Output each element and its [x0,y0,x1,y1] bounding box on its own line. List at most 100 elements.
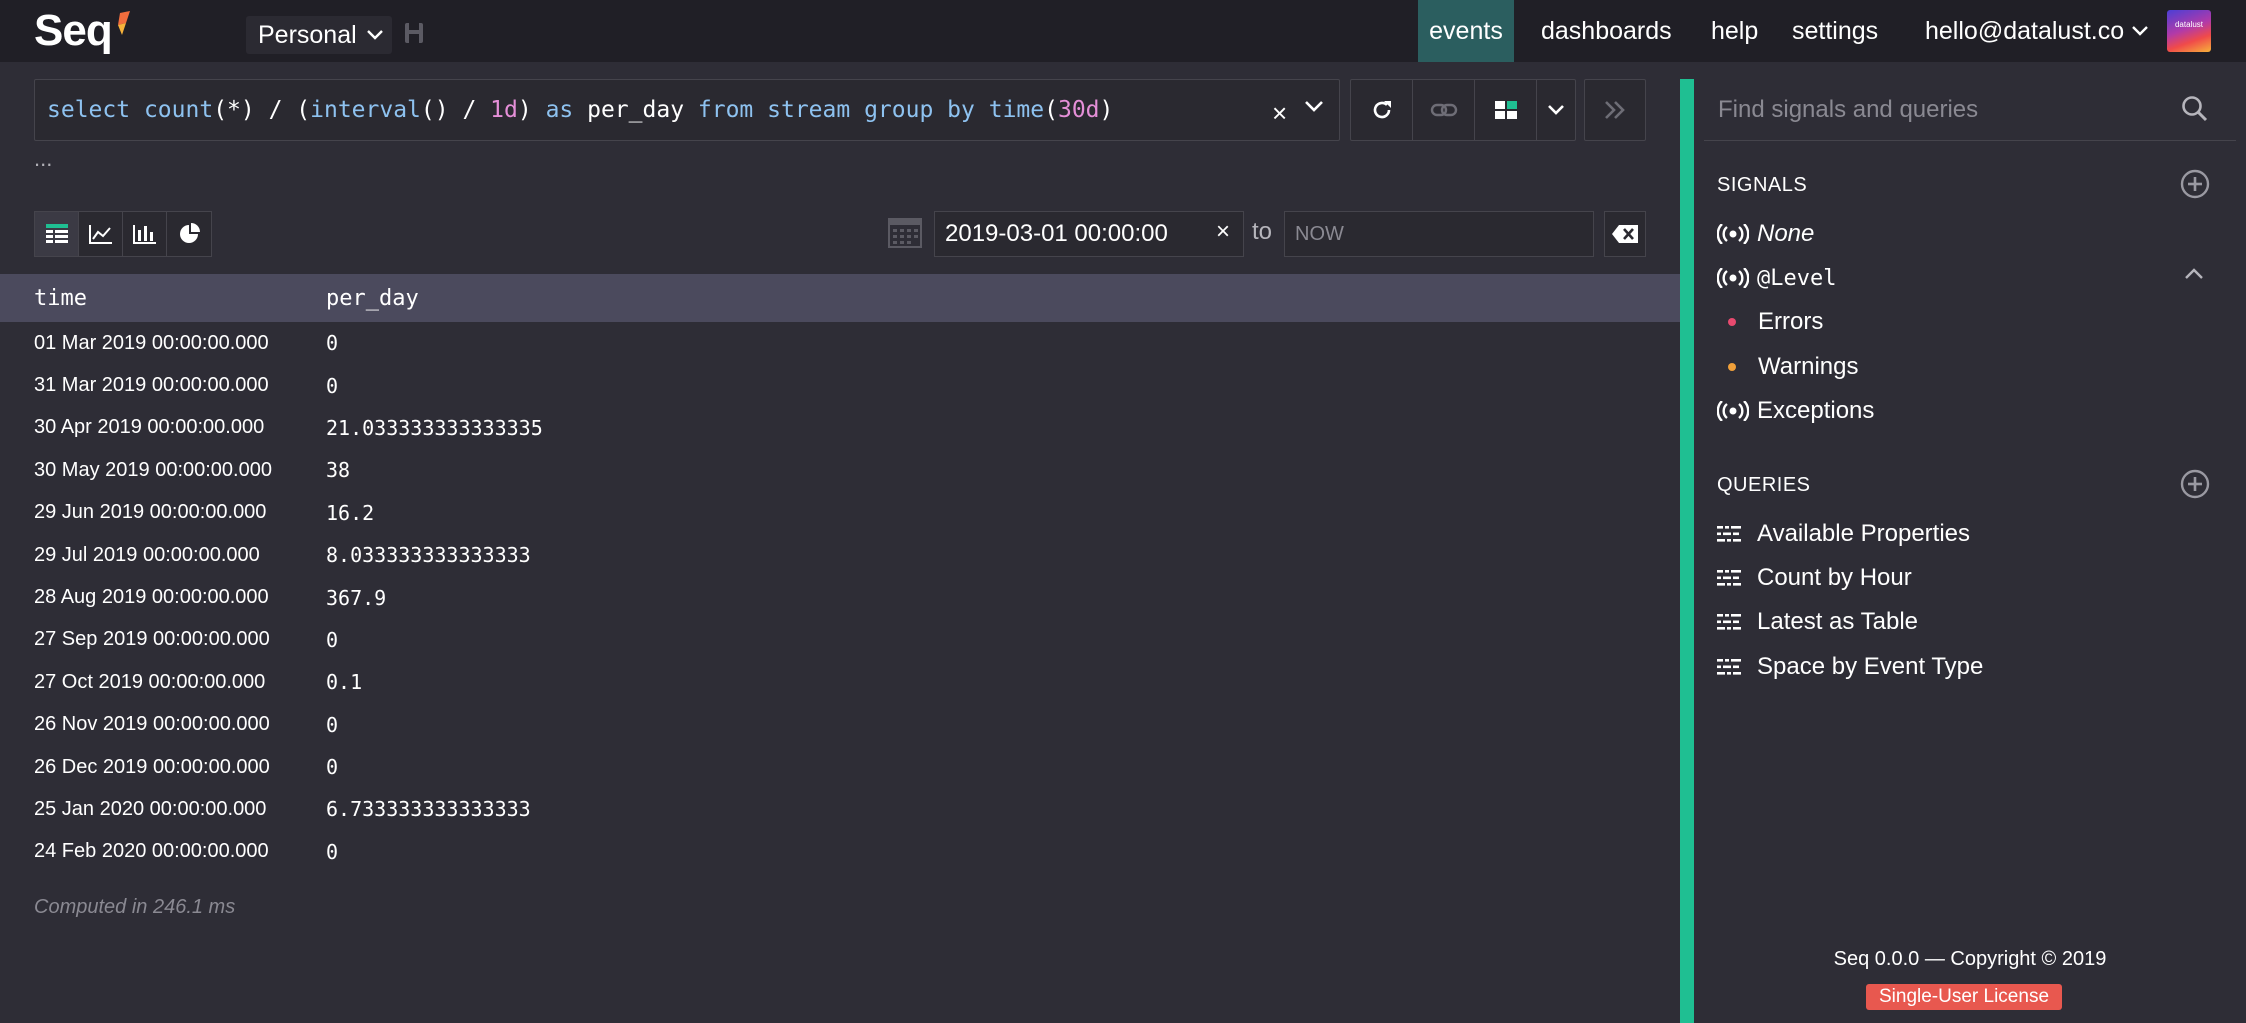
cell-per-day: 0 [326,712,339,737]
table-view-button[interactable] [35,212,79,256]
table-row[interactable]: 27 Oct 2019 00:00:00.000 0.1 [0,661,1680,703]
signals-section-title: SIGNALS [1717,174,1808,196]
license-badge[interactable]: Single-User License [1866,984,2062,1010]
signal-errors[interactable]: Errors [1728,305,1823,339]
workspace-selector[interactable]: Personal [246,16,392,54]
nav-events[interactable]: events [1418,0,1514,62]
save-icon[interactable] [404,22,424,44]
query-token: () / [420,97,491,123]
saved-query-item[interactable]: Latest as Table [1717,605,1918,639]
chevron-up-icon[interactable] [2184,268,2204,280]
signal-group-level[interactable]: @Level [1717,261,1836,295]
saved-query-item[interactable]: Available Properties [1717,517,1970,551]
table-row[interactable]: 31 Mar 2019 00:00:00.000 0 [0,364,1680,406]
refresh-button[interactable] [1351,80,1413,140]
signal-warnings-label: Warnings [1758,353,1859,380]
view-mode-toggle [34,211,212,257]
cell-time: 30 Apr 2019 00:00:00.000 [34,416,265,439]
cell-per-day: 0 [326,755,339,780]
signal-errors-label: Errors [1758,308,1824,335]
signals-search-input[interactable] [1718,95,2168,124]
table-row[interactable]: 26 Nov 2019 00:00:00.000 0 [0,704,1680,746]
table-row[interactable]: 25 Jan 2020 00:00:00.000 6.73333333333333… [0,788,1680,830]
cell-per-day: 21.033333333333335 [326,415,543,440]
table-row[interactable]: 01 Mar 2019 00:00:00.000 0 [0,322,1680,364]
computed-time-text: Computed in 246.1 ms [34,896,236,918]
table-row[interactable]: 29 Jul 2019 00:00:00.000 8.03333333333333… [0,534,1680,576]
broadcast-icon [1717,401,1757,421]
clear-range-button[interactable] [1604,211,1646,257]
backspace-icon [1612,225,1638,243]
date-from-value: 2019-03-01 00:00:00 [945,220,1168,247]
broadcast-icon [1717,268,1757,288]
nav-help[interactable]: help [1711,0,1758,62]
logo-flag-icon [117,11,130,35]
query-token: as [545,97,588,123]
table-row[interactable]: 30 Apr 2019 00:00:00.000 21.0333333333333… [0,407,1680,449]
query-token: ) [517,97,546,123]
add-to-dashboard-button[interactable] [1475,80,1537,140]
cell-per-day: 0.1 [326,670,363,695]
nav-dashboards[interactable]: dashboards [1541,0,1672,62]
more-options-ellipsis[interactable]: ... [34,146,52,172]
query-token: select [47,97,144,123]
results-header-row: time per_day [0,274,1680,322]
seq-logo[interactable]: Seq [34,6,132,56]
signal-none[interactable]: None [1717,217,1814,251]
add-query-icon[interactable] [2180,469,2210,499]
cell-per-day: 38 [326,458,351,483]
nav-settings[interactable]: settings [1792,0,1878,62]
add-signal-icon[interactable] [2180,169,2210,199]
refresh-icon [1373,101,1391,119]
cell-time: 31 Mar 2019 00:00:00.000 [34,374,269,397]
pie-chart-view-button[interactable] [167,212,211,256]
copyright-text: Seq 0.0.0 — Copyright © 2019 [1833,948,2107,970]
expand-panel-button[interactable] [1584,79,1646,141]
cell-time: 27 Oct 2019 00:00:00.000 [34,670,266,693]
query-editor[interactable]: select count (*) / (interval() / 1d) as p… [34,79,1340,141]
side-panel-accent [1680,79,1694,1023]
query-token: from [697,97,768,123]
date-from-input[interactable]: 2019-03-01 00:00:00 [934,211,1244,257]
bar-chart-view-button[interactable] [123,212,167,256]
cell-time: 26 Dec 2019 00:00:00.000 [34,755,270,778]
table-row[interactable]: 24 Feb 2020 00:00:00.000 0 [0,831,1680,873]
link-button[interactable] [1413,80,1475,140]
user-email: hello@datalust.co [1925,16,2125,45]
query-token: by [947,97,989,123]
cell-time: 27 Sep 2019 00:00:00.000 [34,628,270,651]
dashboard-menu-button[interactable] [1537,80,1575,140]
calendar-icon[interactable] [888,218,922,248]
cell-per-day: 0 [326,627,339,652]
table-row[interactable]: 29 Jun 2019 00:00:00.000 16.2 [0,492,1680,534]
column-header-per-day[interactable]: per_day [326,286,419,311]
clear-query-button[interactable]: × [1272,98,1287,129]
table-row[interactable]: 27 Sep 2019 00:00:00.000 0 [0,619,1680,661]
search-icon[interactable] [2180,94,2210,124]
user-menu[interactable]: hello@datalust.co [1925,0,2148,62]
signal-warnings[interactable]: Warnings [1728,350,1858,384]
avatar-text: datalust [2174,20,2204,29]
saved-query-item[interactable]: Count by Hour [1717,561,1912,595]
saved-query-item[interactable]: Space by Event Type [1717,650,1983,684]
expand-cell [1585,80,1645,140]
table-row[interactable]: 30 May 2019 00:00:00.000 38 [0,449,1680,491]
query-token: 30d [1057,97,1100,123]
saved-query-label: Latest as Table [1757,608,1919,635]
query-token: (*) / ( [213,97,311,123]
date-to-input[interactable] [1295,222,1575,246]
column-header-time[interactable]: time [34,286,87,311]
line-chart-view-button[interactable] [79,212,123,256]
table-row[interactable]: 26 Dec 2019 00:00:00.000 0 [0,746,1680,788]
query-history-chevron-icon[interactable] [1304,100,1324,112]
results-rows: 01 Mar 2019 00:00:00.000 0 31 Mar 2019 00:… [0,322,1680,873]
clear-date-from-button[interactable]: × [1216,218,1230,246]
line-chart-icon [88,225,112,244]
table-row[interactable]: 28 Aug 2019 00:00:00.000 367.9 [0,576,1680,618]
queries-section-title: QUERIES [1717,474,1811,496]
cell-time: 29 Jul 2019 00:00:00.000 [34,543,260,566]
error-dot-icon [1728,318,1736,326]
cell-time: 26 Nov 2019 00:00:00.000 [34,713,270,736]
avatar[interactable]: datalust [2167,10,2211,52]
signal-exceptions[interactable]: Exceptions [1717,394,1874,428]
